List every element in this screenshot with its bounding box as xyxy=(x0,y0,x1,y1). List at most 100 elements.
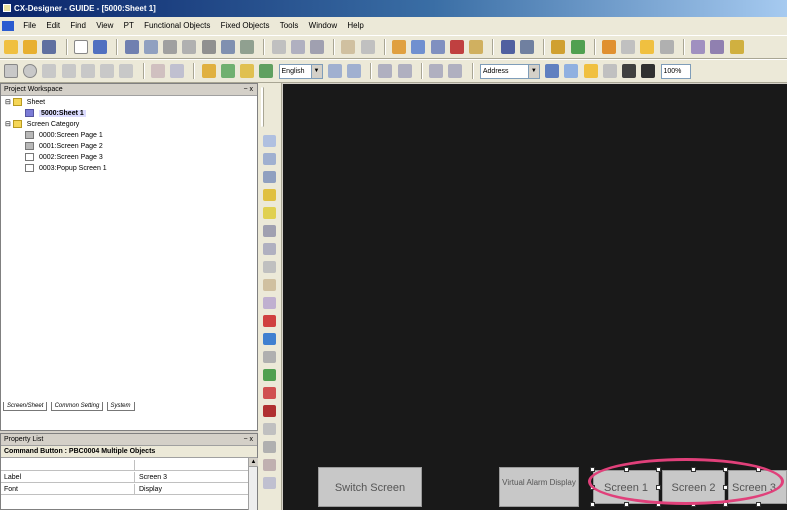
text-format-icon[interactable] xyxy=(397,64,412,78)
tab-screen-sheet[interactable]: Screen/Sheet xyxy=(3,402,48,411)
thumbwheel-icon[interactable] xyxy=(263,351,276,363)
menu-pt[interactable]: PT xyxy=(120,17,138,35)
menu-functional-objects[interactable]: Functional Objects xyxy=(140,17,214,35)
property-value[interactable]: Screen 3 xyxy=(134,472,247,483)
language-combo[interactable]: English ▼ xyxy=(278,63,323,79)
cut-icon[interactable] xyxy=(201,40,216,54)
display-mode-icon[interactable] xyxy=(545,64,560,78)
menu-view[interactable]: View xyxy=(92,17,117,35)
zoom-combo[interactable]: 100% xyxy=(660,63,691,79)
transfer-icon[interactable] xyxy=(163,40,178,54)
tree-item-popup-screen-1[interactable]: 0003:Popup Screen 1 xyxy=(25,164,107,174)
menu-find[interactable]: Find xyxy=(66,17,90,35)
bring-front-icon[interactable] xyxy=(201,64,216,78)
word-button-icon[interactable] xyxy=(263,153,276,165)
copy-icon[interactable] xyxy=(220,40,235,54)
undo-icon[interactable] xyxy=(341,40,356,54)
selection-handle[interactable] xyxy=(590,467,595,472)
toolbar-gripper[interactable] xyxy=(261,87,264,127)
numeral-display-icon[interactable] xyxy=(263,225,276,237)
property-row[interactable] xyxy=(1,460,249,471)
address-combo[interactable]: Address ▼ xyxy=(479,63,540,79)
string-display-icon[interactable] xyxy=(263,243,276,255)
property-value[interactable]: Display xyxy=(134,484,247,495)
temporary-input-icon[interactable] xyxy=(263,477,276,489)
document-icon[interactable] xyxy=(2,20,14,31)
redo-icon[interactable] xyxy=(360,40,375,54)
pane-pin-close-icon[interactable]: − x xyxy=(243,434,253,446)
tab-common-setting[interactable]: Common Setting xyxy=(50,402,104,411)
compare-icon[interactable] xyxy=(182,40,197,54)
tree-item-screen-category[interactable]: ⊟ Screen Category xyxy=(5,120,79,130)
line-tool-icon[interactable] xyxy=(42,64,57,78)
library-icon[interactable] xyxy=(659,40,674,54)
test-icon[interactable] xyxy=(551,40,566,54)
delete-icon[interactable] xyxy=(449,40,464,54)
chevron-down-icon[interactable]: ▼ xyxy=(310,64,322,78)
polyline-tool-icon[interactable] xyxy=(61,64,76,78)
bit-lamp-icon[interactable] xyxy=(263,171,276,183)
replace-icon[interactable] xyxy=(519,40,534,54)
new-project-icon[interactable] xyxy=(4,40,18,54)
chevron-down-icon[interactable]: ▼ xyxy=(527,64,539,78)
layout-icon[interactable] xyxy=(621,40,636,54)
cut2-icon[interactable] xyxy=(392,40,407,54)
menu-tools[interactable]: Tools xyxy=(276,17,303,35)
calendar-icon[interactable] xyxy=(263,459,276,471)
disconnect-icon[interactable] xyxy=(710,40,725,54)
word-lamp-icon[interactable] xyxy=(263,189,276,201)
preview-icon[interactable] xyxy=(143,40,158,54)
folder-open-icon[interactable] xyxy=(640,40,655,54)
menu-window[interactable]: Window xyxy=(305,17,341,35)
color-line-icon[interactable] xyxy=(641,64,656,78)
level-meter-icon[interactable] xyxy=(263,279,276,291)
alarm-icon[interactable] xyxy=(263,207,276,219)
connect-icon[interactable] xyxy=(691,40,706,54)
menu-fixed-objects[interactable]: Fixed Objects xyxy=(217,17,274,35)
frame-icon[interactable] xyxy=(564,64,579,78)
property-scrollbar[interactable]: ▲ xyxy=(248,458,258,510)
expand-toggle-icon[interactable]: ⊟ xyxy=(5,121,11,128)
menu-file[interactable]: File xyxy=(19,17,40,35)
sector-tool-icon[interactable] xyxy=(119,64,134,78)
property-row[interactable]: Font Display xyxy=(1,484,249,495)
send-back-icon[interactable] xyxy=(220,64,235,78)
tree-item-sheet[interactable]: ⊟ Sheet xyxy=(5,98,45,108)
group-icon[interactable] xyxy=(150,64,165,78)
ungroup-icon[interactable] xyxy=(170,64,185,78)
selection-handle[interactable] xyxy=(590,502,595,507)
virtual-alarm-display-button[interactable]: Virtual Alarm Display xyxy=(499,467,579,507)
tree-item-sheet-1[interactable]: 5000:Sheet 1 xyxy=(25,109,86,119)
property-value[interactable] xyxy=(134,460,247,471)
selection-handle[interactable] xyxy=(756,502,761,507)
tree-item-screen-page-2[interactable]: 0001:Screen Page 2 xyxy=(25,142,103,152)
page-setup-icon[interactable] xyxy=(271,40,286,54)
screen-design-canvas[interactable] xyxy=(283,84,787,510)
tree-item-screen-page-3[interactable]: 0002:Screen Page 3 xyxy=(25,153,103,163)
tree-item-screen-page-1[interactable]: 0000:Screen Page 1 xyxy=(25,131,103,141)
scroll-up-icon[interactable]: ▲ xyxy=(249,458,258,467)
command-button-icon[interactable] xyxy=(263,135,276,147)
property-row[interactable]: Label Screen 3 xyxy=(1,472,249,483)
rectangle-tool-icon[interactable] xyxy=(4,64,18,78)
new-screen-icon[interactable] xyxy=(73,40,88,54)
grid-icon[interactable] xyxy=(309,40,324,54)
properties-icon[interactable] xyxy=(469,40,484,54)
language-next-icon[interactable] xyxy=(346,64,361,78)
pointer-icon[interactable] xyxy=(602,64,617,78)
paste2-icon[interactable] xyxy=(430,40,445,54)
state-icon[interactable] xyxy=(583,64,598,78)
multi-function-icon[interactable] xyxy=(263,423,276,435)
simulation-icon[interactable] xyxy=(570,40,585,54)
paste-icon[interactable] xyxy=(240,40,255,54)
print-icon[interactable] xyxy=(124,40,139,54)
find-icon[interactable] xyxy=(500,40,515,54)
align-icon[interactable] xyxy=(240,64,255,78)
table-icon[interactable] xyxy=(263,441,276,453)
expand-toggle-icon[interactable]: ⊟ xyxy=(5,99,11,106)
tools-icon[interactable] xyxy=(601,40,616,54)
save-project-icon[interactable] xyxy=(42,40,57,54)
video-icon[interactable] xyxy=(263,405,276,417)
menu-help[interactable]: Help xyxy=(343,17,367,35)
polygon-tool-icon[interactable] xyxy=(80,64,95,78)
